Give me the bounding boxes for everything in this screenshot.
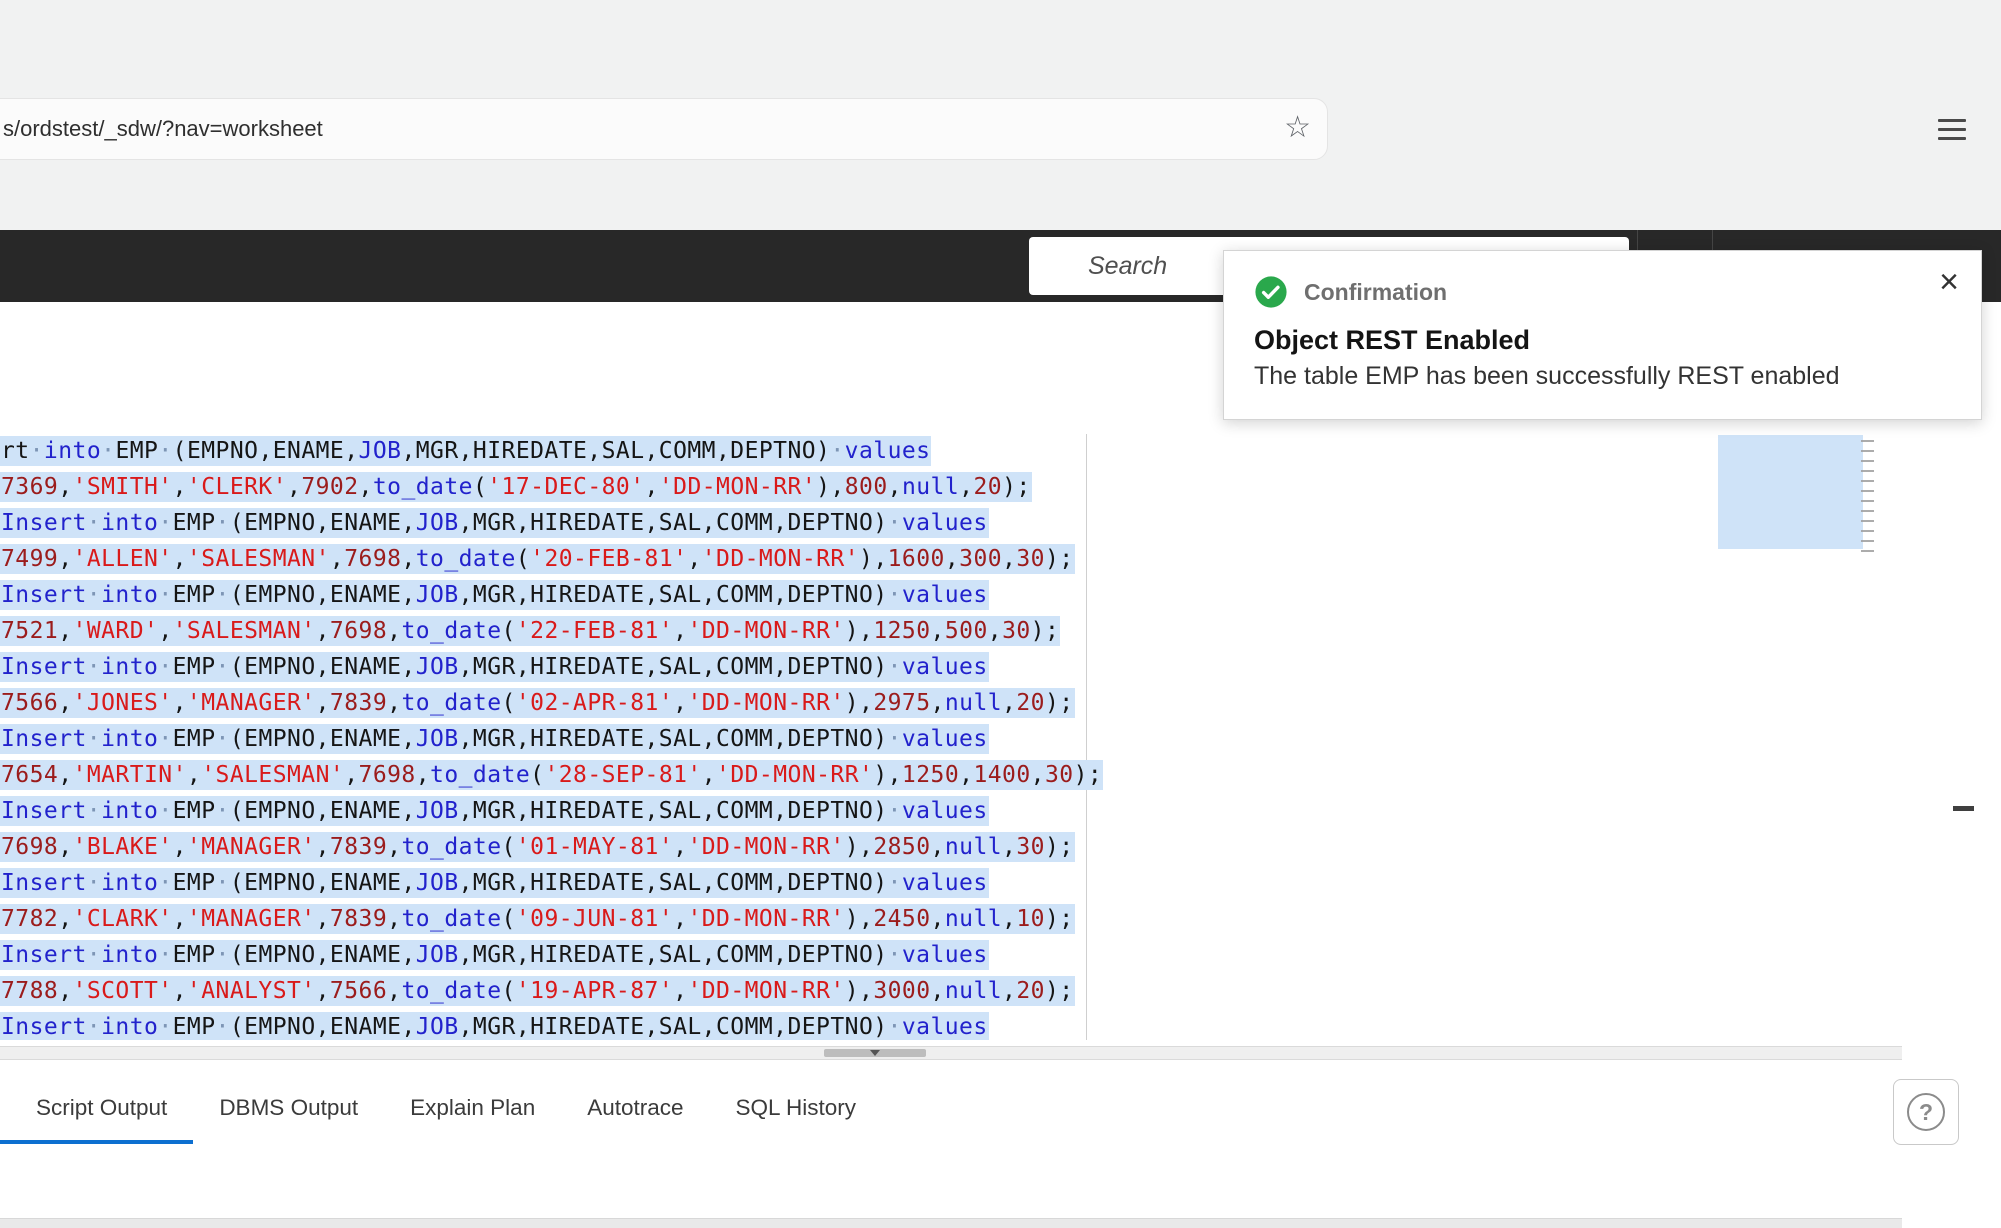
horizontal-splitter[interactable] xyxy=(0,1046,1902,1060)
tab-autotrace[interactable]: Autotrace xyxy=(561,1078,709,1144)
code-line[interactable]: Insert·into·EMP·(EMPNO,ENAME,JOB,MGR,HIR… xyxy=(0,650,1103,686)
tab-explain-plan[interactable]: Explain Plan xyxy=(384,1078,561,1144)
code-line[interactable]: 7788,'SCOTT','ANALYST',7566,to_date('19-… xyxy=(0,974,1103,1010)
browser-menu-icon[interactable] xyxy=(1938,114,1968,144)
output-tabbar: Script OutputDBMS OutputExplain PlanAuto… xyxy=(0,1078,882,1144)
code-line[interactable]: Insert·into·EMP·(EMPNO,ENAME,JOB,MGR,HIR… xyxy=(0,1010,1103,1040)
tab-sql-history[interactable]: SQL History xyxy=(710,1078,882,1144)
code-line[interactable]: Insert·into·EMP·(EMPNO,ENAME,JOB,MGR,HIR… xyxy=(0,794,1103,830)
help-button[interactable]: ? xyxy=(1893,1079,1959,1145)
success-check-icon xyxy=(1254,275,1288,309)
bookmark-star-icon[interactable]: ☆ xyxy=(1284,113,1311,143)
url-text[interactable]: s/ordstest/_sdw/?nav=worksheet xyxy=(0,116,323,142)
tab-script-output[interactable]: Script Output xyxy=(0,1078,193,1144)
bottom-scrollbar[interactable] xyxy=(0,1218,1902,1228)
scrollbar-ticks xyxy=(1861,440,1874,552)
code-line[interactable]: 7521,'WARD','SALESMAN',7698,to_date('22-… xyxy=(0,614,1103,650)
code-line[interactable]: 7782,'CLARK','MANAGER',7839,to_date('09-… xyxy=(0,902,1103,938)
url-bar[interactable]: s/ordstest/_sdw/?nav=worksheet ☆ xyxy=(0,98,1328,160)
help-question-icon: ? xyxy=(1907,1093,1945,1131)
code-line[interactable]: 7369,'SMITH','CLERK',7902,to_date('17-DE… xyxy=(0,470,1103,506)
toast-message: The table EMP has been successfully REST… xyxy=(1254,362,1951,391)
toast-header: Confirmation xyxy=(1254,275,1951,309)
scroll-highlight-region[interactable] xyxy=(1718,435,1863,549)
toast-close-icon[interactable]: × xyxy=(1939,265,1959,299)
toast-title: Confirmation xyxy=(1304,279,1447,306)
sql-editor[interactable]: rt·into·EMP·(EMPNO,ENAME,JOB,MGR,HIREDAT… xyxy=(0,434,2001,1040)
code-line[interactable]: rt·into·EMP·(EMPNO,ENAME,JOB,MGR,HIREDAT… xyxy=(0,434,1103,470)
code-line[interactable]: Insert·into·EMP·(EMPNO,ENAME,JOB,MGR,HIR… xyxy=(0,578,1103,614)
editor-code: rt·into·EMP·(EMPNO,ENAME,JOB,MGR,HIREDAT… xyxy=(0,434,1103,1040)
code-line[interactable]: Insert·into·EMP·(EMPNO,ENAME,JOB,MGR,HIR… xyxy=(0,506,1103,542)
tab-dbms-output[interactable]: DBMS Output xyxy=(193,1078,384,1144)
toast-heading: Object REST Enabled xyxy=(1254,325,1951,356)
scrollbar-thumb[interactable] xyxy=(1953,806,1974,811)
output-panel: Script OutputDBMS OutputExplain PlanAuto… xyxy=(0,1060,2001,1228)
code-line[interactable]: Insert·into·EMP·(EMPNO,ENAME,JOB,MGR,HIR… xyxy=(0,866,1103,902)
code-line[interactable]: 7499,'ALLEN','SALESMAN',7698,to_date('20… xyxy=(0,542,1103,578)
splitter-grip[interactable] xyxy=(824,1049,926,1057)
browser-chrome: s/ordstest/_sdw/?nav=worksheet ☆ xyxy=(0,0,2001,230)
confirmation-toast: Confirmation × Object REST Enabled The t… xyxy=(1223,250,1982,420)
code-line[interactable]: 7698,'BLAKE','MANAGER',7839,to_date('01-… xyxy=(0,830,1103,866)
code-line[interactable]: 7566,'JONES','MANAGER',7839,to_date('02-… xyxy=(0,686,1103,722)
code-line[interactable]: Insert·into·EMP·(EMPNO,ENAME,JOB,MGR,HIR… xyxy=(0,938,1103,974)
sql-developer-web-page: s/ordstest/_sdw/?nav=worksheet ☆ Search … xyxy=(0,0,2001,1228)
code-line[interactable]: Insert·into·EMP·(EMPNO,ENAME,JOB,MGR,HIR… xyxy=(0,722,1103,758)
code-line[interactable]: 7654,'MARTIN','SALESMAN',7698,to_date('2… xyxy=(0,758,1103,794)
